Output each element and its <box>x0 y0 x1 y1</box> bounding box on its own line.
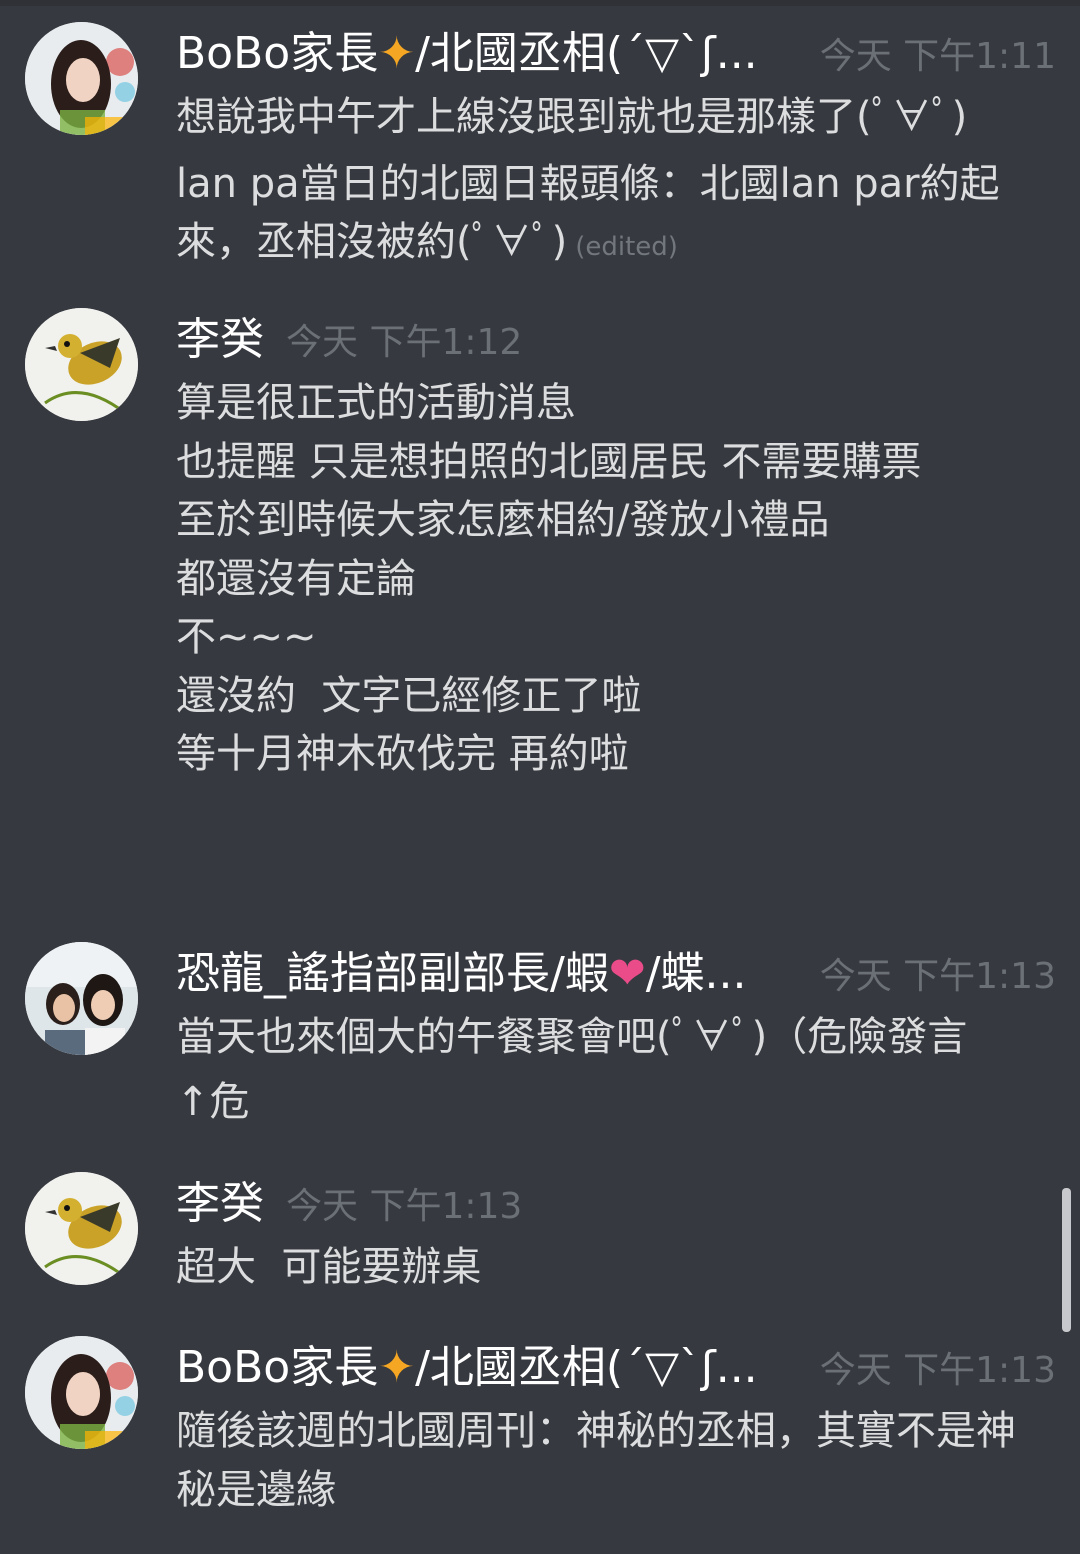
message-header: 恐龍_謠指部副部長/蝦❤/蝶... 今天 下午1:13 <box>176 946 1056 1006</box>
message-line: 想說我中午才上線沒跟到就也是那樣了(ﾟ∀ﾟ) <box>176 94 968 140</box>
message-line: 至於到時候大家怎麼相約/發放小禮品 <box>176 497 830 543</box>
message-header: BoBo家長✦/北國丞相(´▽`ʃ... 今天 下午1:13 <box>176 1340 1056 1400</box>
message-line: 算是很正式的活動消息 <box>176 380 576 426</box>
username[interactable]: 李癸 <box>176 1176 264 1232</box>
username[interactable]: BoBo家長✦/北國丞相(´▽`ʃ... <box>176 26 758 82</box>
message-line: 隨後該週的北國周刊：神秘的丞相，其實不是神 <box>176 1408 1016 1454</box>
message-header: 李癸 今天 下午1:13 <box>176 1176 1056 1236</box>
message-line: 來，丞相沒被約(ﾟ∀ﾟ) (edited) <box>176 219 678 265</box>
message-body: 算是很正式的活動消息 也提醒 只是想拍照的北國居民 不需要購票 至於到時候大家怎… <box>176 374 1050 784</box>
message-line: 也提醒 只是想拍照的北國居民 不需要購票 <box>176 438 922 485</box>
message-line: 當天也來個大的午餐聚會吧(ﾟ∀ﾟ)（危險發言 <box>176 1014 968 1060</box>
timestamp: 今天 下午1:13 <box>286 1186 523 1227</box>
sparkle-icon: ✦ <box>378 1342 416 1393</box>
avatar-two-women[interactable] <box>25 942 138 1055</box>
message-line: 還沒約 文字已經修正了啦 <box>176 672 642 719</box>
message-line: lan pa當日的北國日報頭條：北國lan par約起 <box>176 160 1000 207</box>
message-line: 不~~~ <box>176 614 317 660</box>
scrollbar-thumb[interactable] <box>1062 1188 1071 1332</box>
timestamp: 今天 下午1:11 <box>819 36 1056 77</box>
timestamp: 今天 下午1:13 <box>819 956 1056 997</box>
username[interactable]: 恐龍_謠指部副部長/蝦❤/蝶... <box>176 946 747 1002</box>
avatar-bobo[interactable] <box>25 22 138 135</box>
timestamp: 今天 下午1:12 <box>286 322 523 363</box>
avatar-bobo[interactable] <box>25 1336 138 1449</box>
avatar-bird[interactable] <box>25 1172 138 1285</box>
message-header: BoBo家長✦/北國丞相(´▽`ʃ... 今天 下午1:11 <box>176 26 1056 86</box>
username[interactable]: 李癸 <box>176 312 264 368</box>
avatar-bird[interactable] <box>25 308 138 421</box>
message-line: 秘是邊緣 <box>176 1466 336 1513</box>
timestamp: 今天 下午1:13 <box>819 1350 1056 1391</box>
message-line: ↑危 <box>176 1078 250 1125</box>
top-divider <box>0 0 1080 6</box>
message-line: 等十月神木砍伐完 再約啦 <box>176 731 629 777</box>
edited-label: (edited) <box>575 232 678 262</box>
message-body: 超大 可能要辦桌 <box>176 1238 1050 1297</box>
heart-icon: ❤ <box>608 948 646 999</box>
message-body: 當天也來個大的午餐聚會吧(ﾟ∀ﾟ)（危險發言 ↑危 <box>176 1008 1050 1131</box>
message-header: 李癸 今天 下午1:12 <box>176 312 1056 372</box>
message-line: 超大 可能要辦桌 <box>176 1244 482 1290</box>
username[interactable]: BoBo家長✦/北國丞相(´▽`ʃ... <box>176 1340 758 1396</box>
message-body: 隨後該週的北國周刊：神秘的丞相，其實不是神 秘是邊緣 <box>176 1402 1050 1519</box>
message-line: 都還沒有定論 <box>176 555 416 602</box>
sparkle-icon: ✦ <box>378 28 416 79</box>
message-body: 想說我中午才上線沒跟到就也是那樣了(ﾟ∀ﾟ) lan pa當日的北國日報頭條：北… <box>176 88 1050 277</box>
chat-screen: BoBo家長✦/北國丞相(´▽`ʃ... 今天 下午1:11 想說我中午才上線沒… <box>0 0 1080 1554</box>
